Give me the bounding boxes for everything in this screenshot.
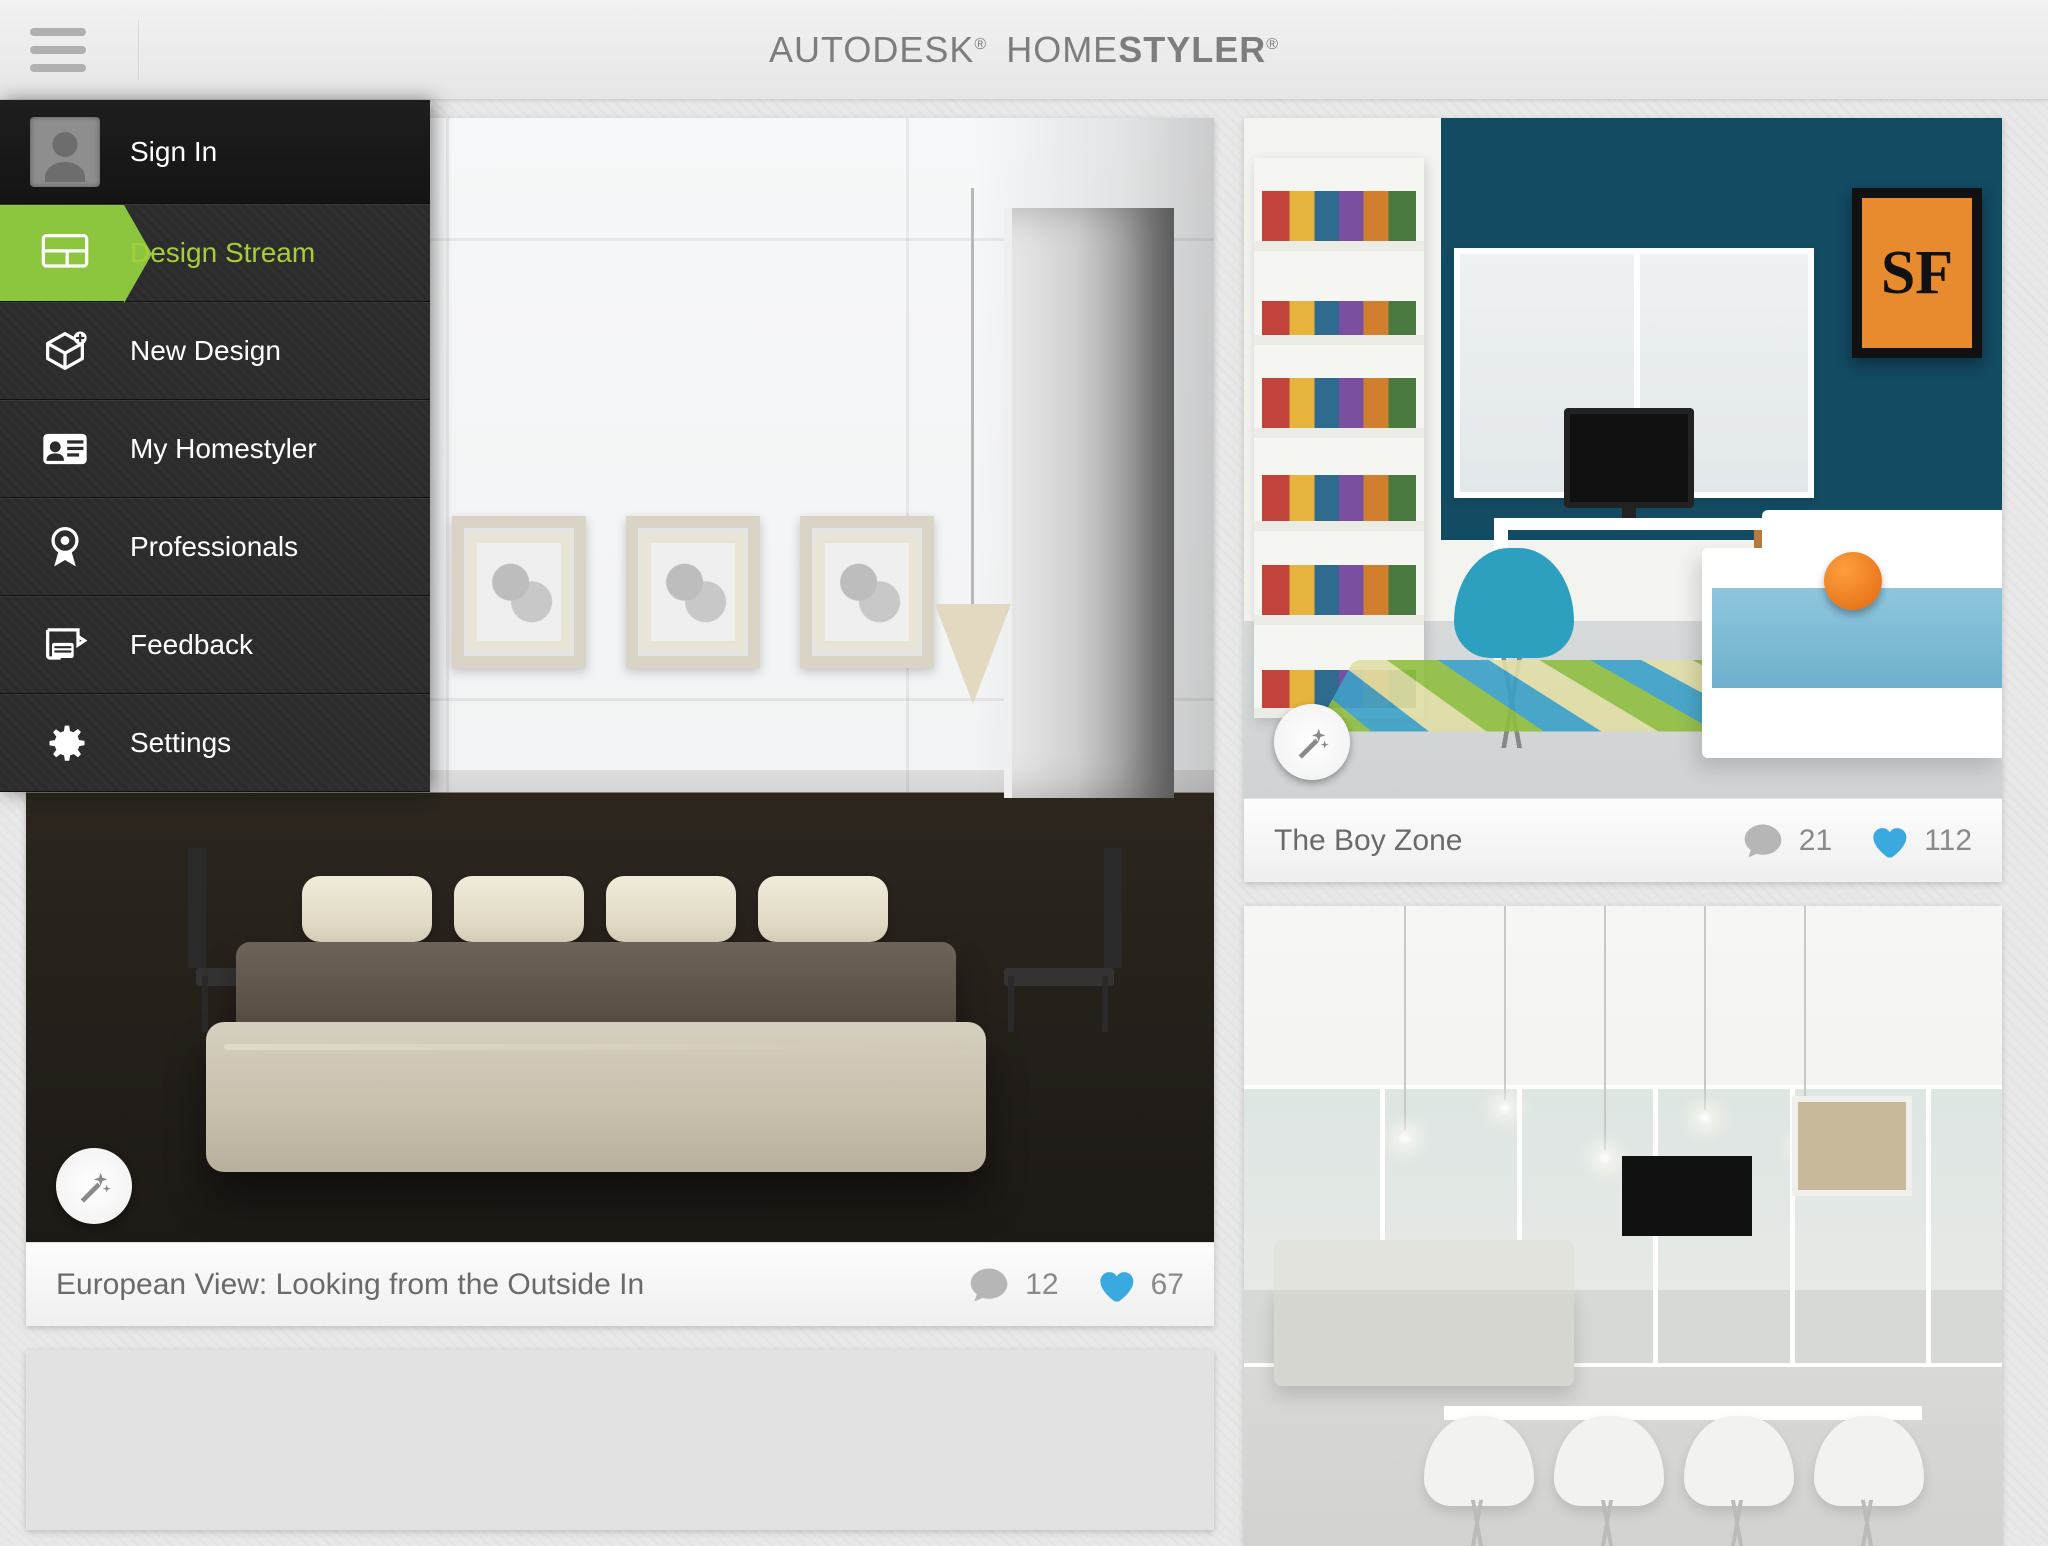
app-header: AUTODESK® HOMESTYLER® [0, 0, 2048, 100]
nav-item-feedback[interactable]: Feedback [0, 596, 430, 694]
scene-pendant-lamp [971, 188, 974, 608]
comment-icon [967, 1263, 1011, 1307]
magic-wand-icon [1292, 722, 1332, 762]
heart-icon [1093, 1263, 1137, 1307]
comment-count: 21 [1799, 824, 1832, 858]
like-count: 112 [1924, 824, 1972, 858]
nav-label: My Homestyler [130, 433, 317, 465]
nav-label: Sign In [130, 136, 217, 168]
card-image: SF [1244, 118, 2002, 798]
scene-doorway [1004, 208, 1174, 798]
card-footer: The Boy Zone 21 112 [1244, 798, 2002, 882]
feedback-icon [39, 619, 91, 671]
nav-item-new-design[interactable]: New Design [0, 302, 430, 400]
design-card-boyzone[interactable]: SF [1244, 118, 2002, 882]
nav-signin[interactable]: Sign In [0, 100, 430, 204]
nav-item-design-stream[interactable]: Design Stream [0, 204, 430, 302]
comment-count: 12 [1025, 1268, 1058, 1302]
card-image [1244, 906, 2002, 1546]
nav-label: Settings [130, 727, 231, 759]
scene-chair-right [984, 842, 1134, 1032]
scene-sofa [1274, 1286, 1574, 1386]
nav-label: New Design [130, 335, 281, 367]
card-image [26, 1350, 1214, 1530]
brand-logo: AUTODESK® HOMESTYLER® [769, 29, 1279, 71]
nav-item-settings[interactable]: Settings [0, 694, 430, 792]
scene-art-frames [452, 516, 934, 668]
brand-product-b: STYLER [1118, 29, 1266, 70]
comment-stat[interactable]: 21 [1741, 819, 1832, 863]
comment-stat[interactable]: 12 [967, 1263, 1058, 1307]
header-divider [138, 20, 140, 80]
comment-icon [1741, 819, 1785, 863]
brand-product-a: HOME [1006, 29, 1118, 70]
card-footer: European View: Looking from the Outside … [26, 1242, 1214, 1326]
column-right: SF [1244, 118, 2002, 1518]
nav-label: Professionals [130, 531, 298, 563]
magic-wand-button[interactable] [56, 1148, 132, 1224]
scene-poster: SF [1852, 188, 1982, 358]
nav-label: Design Stream [130, 237, 315, 269]
new-design-icon [39, 325, 91, 377]
nav-label: Feedback [130, 629, 253, 661]
nav-item-professionals[interactable]: Professionals [0, 498, 430, 596]
scene-bed [1702, 548, 2002, 758]
award-ribbon-icon [39, 521, 91, 573]
menu-hamburger-icon[interactable] [30, 10, 110, 90]
scene-bookshelf [1254, 158, 1424, 718]
profile-card-icon [39, 423, 91, 475]
scene-bed [206, 842, 986, 1202]
brand-company: AUTODESK [769, 29, 974, 70]
nav-drawer: Sign In Design Stream New Design [0, 100, 430, 792]
avatar-icon [30, 117, 100, 187]
scene-basketball [1824, 552, 1882, 610]
design-stream-icon [39, 227, 91, 279]
scene-monitor [1564, 408, 1694, 508]
heart-icon [1866, 819, 1910, 863]
gear-icon [39, 717, 91, 769]
like-stat[interactable]: 67 [1093, 1263, 1184, 1307]
card-title: The Boy Zone [1274, 824, 1707, 858]
like-count: 67 [1151, 1268, 1184, 1302]
magic-wand-icon [74, 1166, 114, 1206]
scene-tv [1622, 1156, 1752, 1236]
scene-wall-art [1792, 1096, 1912, 1196]
design-card-modern[interactable] [1244, 906, 2002, 1546]
nav-item-my-homestyler[interactable]: My Homestyler [0, 400, 430, 498]
card-title: European View: Looking from the Outside … [56, 1268, 933, 1302]
magic-wand-button[interactable] [1274, 704, 1350, 780]
like-stat[interactable]: 112 [1866, 819, 1972, 863]
design-card-peek-left[interactable] [26, 1350, 1214, 1530]
